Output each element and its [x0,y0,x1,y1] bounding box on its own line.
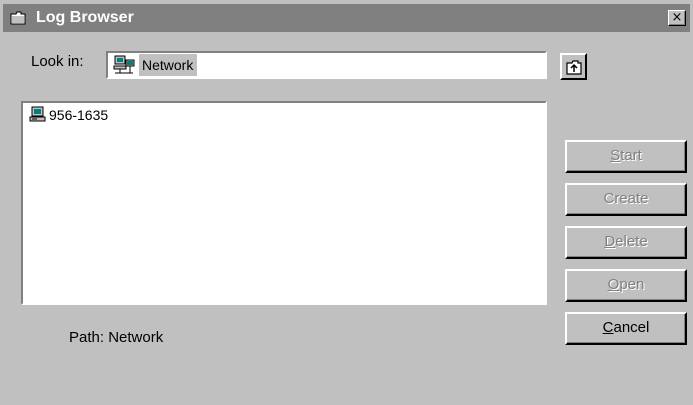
title-bar[interactable]: Log Browser × [3,4,690,32]
start-mnemonic: S [610,147,621,164]
delete-mnemonic: D [604,233,616,250]
cancel-label: ancel [613,319,650,336]
create-button[interactable]: Create [565,183,687,216]
look-in-value: Network [139,54,198,76]
window-title: Log Browser [36,9,134,26]
start-label: tart [620,147,642,164]
look-in-combobox[interactable]: Network [106,51,547,79]
log-listbox[interactable]: 956-1635 [21,101,547,305]
cancel-mnemonic: C [602,319,614,336]
network-icon [113,55,135,74]
up-one-level-button[interactable] [560,53,587,80]
open-label: pen [619,276,645,293]
path-label: Path: Network [69,329,164,346]
start-button[interactable]: Start [565,140,687,173]
create-label: Create [603,190,649,207]
up-one-level-icon [566,60,582,75]
log-browser-dialog: Log Browser × Look in: Network 956-1635 … [0,0,693,405]
close-button[interactable]: × [668,10,686,26]
look-in-label: Look in: [31,53,84,70]
list-item-label: 956-1635 [49,107,109,123]
cancel-button[interactable]: Cancel [565,312,687,345]
open-mnemonic: O [607,276,620,293]
folder-icon [10,11,26,25]
open-button[interactable]: Open [565,269,687,302]
close-icon: × [671,10,683,25]
delete-button[interactable]: Delete [565,226,687,259]
computer-icon [29,106,46,122]
delete-label: elete [615,233,648,250]
